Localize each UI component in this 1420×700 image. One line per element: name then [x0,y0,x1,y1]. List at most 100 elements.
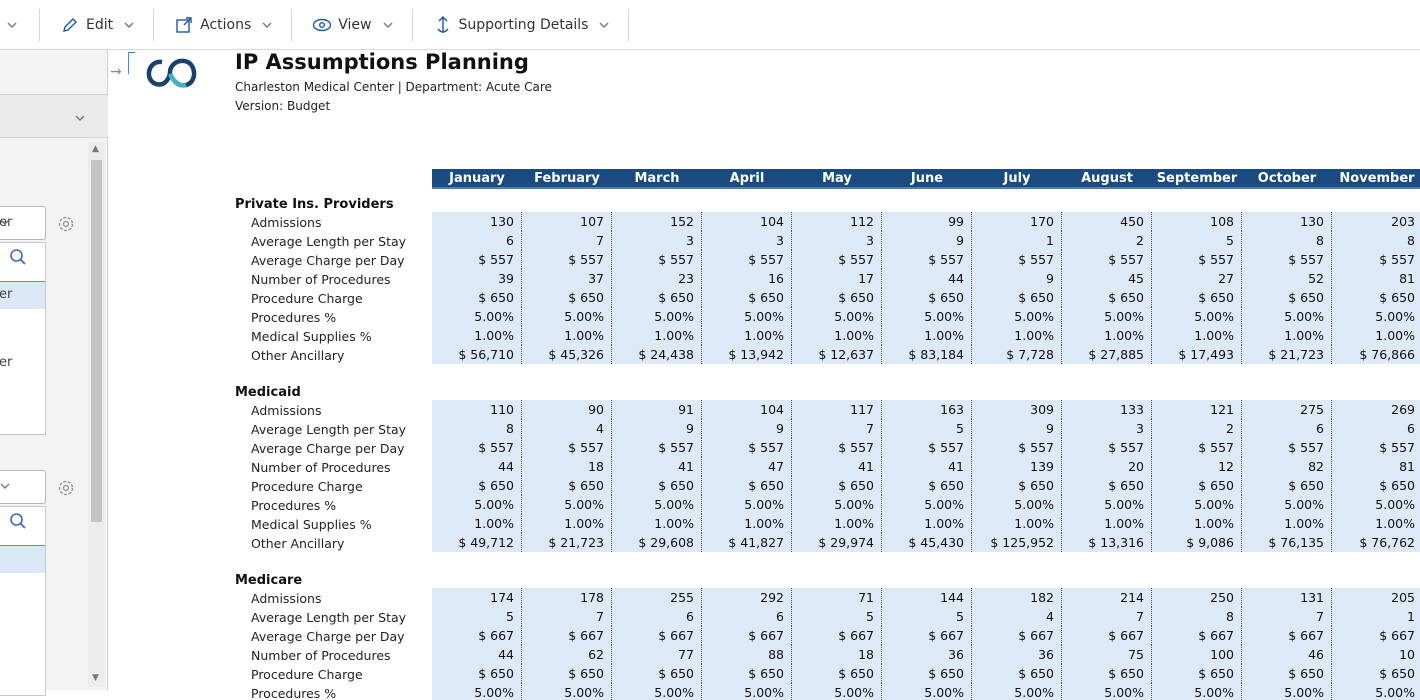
data-cell[interactable]: $ 557 [1152,250,1242,269]
data-cell[interactable]: $ 650 [1152,288,1242,307]
data-cell[interactable]: $ 7,728 [972,345,1062,364]
data-cell[interactable]: $ 29,608 [612,533,702,552]
data-cell[interactable]: 37 [522,269,612,288]
data-cell[interactable]: $ 650 [1062,476,1152,495]
data-cell[interactable]: $ 650 [432,664,522,683]
data-cell[interactable]: 1.00% [882,326,972,345]
data-cell[interactable]: 81 [1332,269,1420,288]
data-cell[interactable]: 8 [1332,231,1420,250]
data-cell[interactable]: 5.00% [522,683,612,700]
data-cell[interactable]: 36 [882,645,972,664]
data-cell[interactable]: 5.00% [702,307,792,326]
data-cell[interactable]: $ 650 [702,476,792,495]
data-cell[interactable]: 133 [1062,400,1152,419]
data-cell[interactable]: $ 667 [432,626,522,645]
data-cell[interactable]: 1.00% [792,514,882,533]
supporting-details-menu[interactable]: Supporting Details [413,8,630,41]
data-cell[interactable]: 44 [432,645,522,664]
data-cell[interactable]: 7 [1062,607,1152,626]
data-cell[interactable]: $ 650 [1242,664,1332,683]
data-cell[interactable]: $ 27,885 [1062,345,1152,364]
data-cell[interactable]: 71 [792,588,882,607]
list-item-label[interactable]: er [0,355,12,370]
data-cell[interactable]: $ 650 [432,288,522,307]
data-cell[interactable]: 5.00% [972,683,1062,700]
data-cell[interactable]: 9 [702,419,792,438]
data-cell[interactable]: $ 650 [1332,476,1420,495]
data-cell[interactable]: $ 650 [522,664,612,683]
data-cell[interactable]: $ 557 [702,438,792,457]
data-cell[interactable]: 214 [1062,588,1152,607]
data-cell[interactable]: $ 13,316 [1062,533,1152,552]
data-cell[interactable]: 8 [1242,231,1332,250]
data-cell[interactable]: 18 [792,645,882,664]
data-cell[interactable]: $ 557 [702,250,792,269]
data-cell[interactable]: 6 [1242,419,1332,438]
data-cell[interactable]: $ 667 [612,626,702,645]
data-cell[interactable]: 5.00% [1332,495,1420,514]
data-cell[interactable]: 9 [612,419,702,438]
data-cell[interactable]: 104 [702,212,792,231]
data-cell[interactable]: $ 557 [522,250,612,269]
data-cell[interactable]: 205 [1332,588,1420,607]
data-cell[interactable]: 1.00% [1332,326,1420,345]
data-cell[interactable]: 77 [612,645,702,664]
data-cell[interactable]: 5.00% [522,495,612,514]
data-cell[interactable]: $ 650 [612,288,702,307]
data-cell[interactable]: 2 [1062,231,1152,250]
data-cell[interactable]: 1.00% [972,326,1062,345]
data-cell[interactable]: 6 [1332,419,1420,438]
data-cell[interactable]: 41 [792,457,882,476]
member-select-1[interactable]: er [0,206,46,240]
data-cell[interactable]: $ 557 [972,250,1062,269]
scroll-down-icon[interactable]: ▼ [92,673,99,683]
data-cell[interactable]: 8 [432,419,522,438]
data-cell[interactable]: $ 650 [1332,288,1420,307]
data-cell[interactable]: $ 76,762 [1332,533,1420,552]
data-cell[interactable]: 5 [1152,231,1242,250]
data-cell[interactable]: $ 557 [792,250,882,269]
data-cell[interactable]: 1.00% [972,514,1062,533]
data-cell[interactable]: $ 557 [972,438,1062,457]
data-cell[interactable]: $ 650 [702,288,792,307]
data-cell[interactable]: 17 [792,269,882,288]
data-cell[interactable]: 5.00% [1332,307,1420,326]
data-cell[interactable]: 23 [612,269,702,288]
data-cell[interactable]: 16 [702,269,792,288]
data-cell[interactable]: $ 650 [702,664,792,683]
data-cell[interactable]: 5.00% [432,495,522,514]
data-cell[interactable]: 1.00% [1062,514,1152,533]
data-cell[interactable]: 5.00% [522,307,612,326]
data-cell[interactable]: $ 76,866 [1332,345,1420,364]
data-cell[interactable]: 131 [1242,588,1332,607]
data-cell[interactable]: $ 24,438 [612,345,702,364]
data-cell[interactable]: 144 [882,588,972,607]
data-cell[interactable]: $ 650 [972,288,1062,307]
data-cell[interactable]: 117 [792,400,882,419]
data-cell[interactable]: $ 650 [1152,664,1242,683]
data-cell[interactable]: $ 650 [1242,476,1332,495]
member-select-2[interactable] [0,470,46,504]
data-cell[interactable]: 5.00% [702,495,792,514]
data-cell[interactable]: 62 [522,645,612,664]
data-cell[interactable]: $ 76,135 [1242,533,1332,552]
data-cell[interactable]: $ 667 [1152,626,1242,645]
data-cell[interactable]: 1.00% [432,326,522,345]
collapse-panel-icon[interactable]: → [110,64,122,80]
data-cell[interactable]: 107 [522,212,612,231]
data-cell[interactable]: $ 667 [522,626,612,645]
data-cell[interactable]: 75 [1062,645,1152,664]
data-cell[interactable]: $ 650 [1332,664,1420,683]
data-cell[interactable]: 5 [792,607,882,626]
gear-icon[interactable] [56,214,76,234]
search-icon[interactable] [9,512,27,534]
data-cell[interactable]: 10 [1332,645,1420,664]
data-cell[interactable]: 5.00% [1062,495,1152,514]
data-cell[interactable]: 5.00% [882,683,972,700]
data-cell[interactable]: $ 667 [1332,626,1420,645]
data-cell[interactable]: 5.00% [1062,307,1152,326]
data-cell[interactable]: $ 29,974 [792,533,882,552]
data-cell[interactable]: 1.00% [1242,326,1332,345]
data-cell[interactable]: $ 650 [522,288,612,307]
data-cell[interactable]: $ 650 [792,288,882,307]
